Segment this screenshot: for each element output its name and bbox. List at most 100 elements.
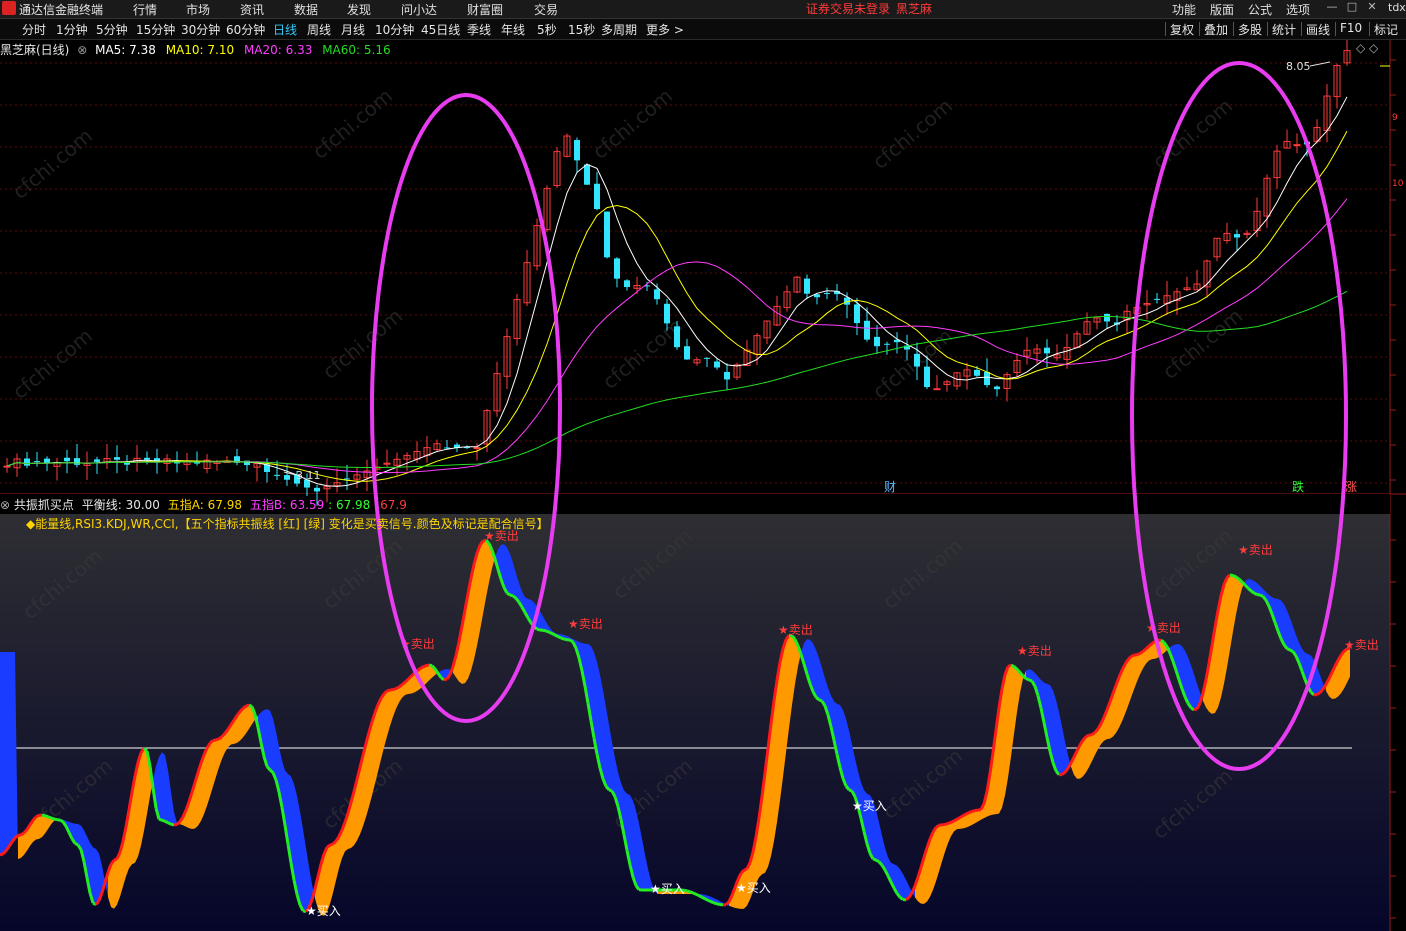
period-tab[interactable]: 多周期 (601, 21, 637, 38)
candle-body (1104, 313, 1110, 322)
ma20-value: MA20: 6.33 (243, 43, 313, 57)
candle-body (1044, 347, 1050, 354)
band-segment (9, 652, 12, 847)
period-tab[interactable]: 周线 (307, 21, 331, 38)
menu-trade[interactable]: 交易 (534, 1, 558, 18)
resonance-line-segment (269, 768, 274, 774)
axis-label: 10 (1392, 179, 1404, 189)
chart-area[interactable]: cfchi.com cfchi.com cfchi.com cfchi.com cfch… (0, 40, 1406, 931)
resonance-line-segment (1061, 771, 1066, 776)
resonance-line-segment (818, 698, 823, 703)
candle-body (144, 457, 150, 460)
minimize-icon[interactable]: — (1326, 1, 1338, 13)
trade-login-warning[interactable]: 证券交易未登录 (806, 0, 890, 17)
menu-market[interactable]: 市场 (186, 1, 210, 18)
f10-button[interactable]: F10 (1340, 21, 1362, 35)
candle-body (344, 478, 350, 480)
candle-body (1234, 234, 1240, 238)
period-tab[interactable]: 60分钟 (226, 21, 265, 38)
candle-body (624, 280, 630, 288)
resonance-line-segment (1190, 706, 1195, 712)
buy-signal: ★买入 (852, 799, 887, 813)
more-periods-button[interactable]: 更多 > (646, 21, 684, 38)
period-tab[interactable]: 月线 (341, 21, 365, 38)
band-segment (378, 698, 381, 772)
candle-body (654, 289, 660, 300)
band-segment (933, 827, 936, 890)
band-segment (3, 652, 6, 854)
resonance-line-segment (1310, 691, 1315, 696)
period-tab[interactable]: 分时 (22, 21, 46, 38)
period-tab[interactable]: 5分钟 (96, 21, 128, 38)
band-segment (93, 847, 96, 905)
band-segment (1005, 666, 1008, 796)
diamond-icon[interactable]: ◇ ◇ (1356, 41, 1378, 55)
menu-discover[interactable]: 发现 (347, 1, 371, 18)
mark-button[interactable]: 标记 (1374, 21, 1398, 38)
menu-data[interactable]: 数据 (294, 1, 318, 18)
draw-line-button[interactable]: 画线 (1306, 21, 1330, 38)
band-segment (297, 795, 300, 905)
candle-body (174, 462, 180, 464)
main-panel-header: 黑芝麻(日线) ⊗ MA5: 7.38 MA10: 7.10 MA20: 6.3… (0, 41, 391, 58)
period-tab[interactable]: 10分钟 (375, 21, 414, 38)
multi-stock-button[interactable]: 多股 (1238, 21, 1262, 38)
menu-quotes[interactable]: 行情 (133, 1, 157, 18)
period-tab[interactable]: 45日线 (421, 21, 460, 38)
period-tab[interactable]: 15秒 (568, 21, 595, 38)
candle-body (94, 459, 100, 462)
resonance-line-segment (962, 812, 967, 818)
band-segment (0, 652, 3, 855)
band-segment (1086, 735, 1089, 773)
band-segment (21, 833, 24, 858)
resonance-line-segment (164, 819, 169, 825)
resonance-line-segment (1025, 677, 1030, 682)
candle-body (284, 475, 290, 480)
menu-news[interactable]: 资讯 (240, 1, 264, 18)
resonance-line-segment (1013, 665, 1018, 671)
resonance-line-segment (382, 689, 389, 695)
menu-formula[interactable]: 公式 (1248, 1, 1272, 18)
period-tab[interactable]: 15分钟 (136, 21, 175, 38)
period-tab[interactable]: 年线 (501, 21, 525, 38)
band-segment (426, 665, 429, 684)
band-segment (1221, 584, 1224, 698)
candle-body (604, 211, 610, 258)
period-tab[interactable]: 30分钟 (181, 21, 220, 38)
resonance-line-segment (428, 663, 433, 668)
menu-wealth-circle[interactable]: 财富圈 (467, 1, 503, 18)
indicator-description: ◆能量线,RSI3.KDJ,WR,CCI,【五个指标共振线 [红] [绿] 变化… (26, 517, 549, 531)
close-icon[interactable]: ✕ (1366, 1, 1378, 13)
resonance-line-segment (512, 594, 517, 600)
period-tab[interactable]: 季线 (467, 21, 491, 38)
band-segment (975, 810, 978, 824)
statistics-button[interactable]: 统计 (1272, 21, 1296, 38)
menu-options[interactable]: 选项 (1286, 1, 1310, 18)
resonance-line-segment (1010, 663, 1015, 668)
menu-layout[interactable]: 版面 (1210, 1, 1234, 18)
ma60-value: MA60: 5.16 (322, 43, 391, 57)
menu-function[interactable]: 功能 (1172, 1, 1196, 18)
app-title: 通达信金融终端 (19, 3, 104, 17)
period-tab-active[interactable]: 日线 (273, 21, 297, 38)
band-segment (111, 860, 114, 909)
indicator-settings-icon[interactable]: ⊗ (0, 498, 10, 512)
overlay-button[interactable]: 叠加 (1204, 21, 1228, 38)
maximize-icon[interactable]: □ (1346, 1, 1358, 13)
period-tab[interactable]: 1分钟 (56, 21, 88, 38)
menu-ask[interactable]: 问小达 (401, 1, 437, 18)
candle-body (444, 447, 450, 449)
band-segment (816, 649, 819, 700)
settings-icon[interactable]: ⊗ (77, 43, 87, 57)
resonance-line-segment (392, 687, 397, 692)
resonance-line-segment (686, 889, 691, 894)
buy-signal: ★买入 (650, 882, 685, 896)
candle-body (874, 336, 880, 347)
resonance-line-segment (899, 896, 904, 901)
ma5-value: MA5: 7.38 (95, 43, 156, 57)
fuquan-button[interactable]: 复权 (1170, 21, 1194, 38)
candle-body (64, 457, 70, 462)
candle-body (974, 369, 980, 376)
period-tab[interactable]: 5秒 (537, 21, 557, 38)
resonance-line-segment (548, 630, 553, 635)
